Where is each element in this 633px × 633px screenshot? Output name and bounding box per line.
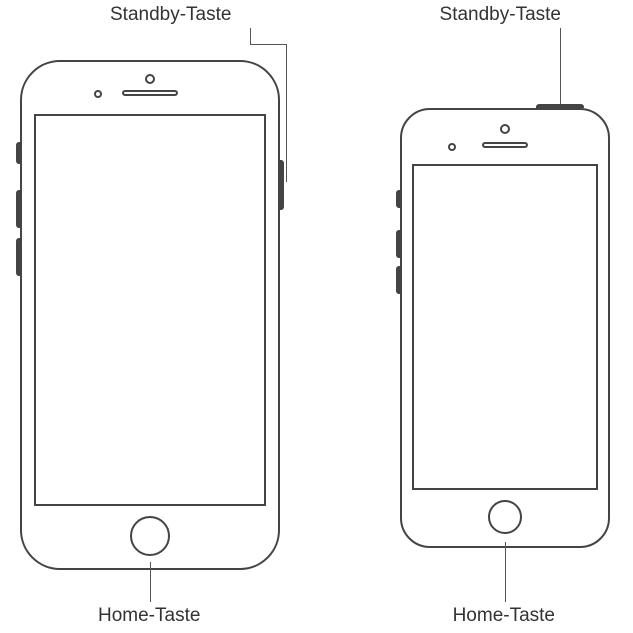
volume-down-button-icon: [16, 238, 20, 276]
standby-button-top-icon: [536, 104, 584, 108]
volume-down-button-icon: [396, 266, 400, 294]
standby-label-left: Standby-Taste: [110, 4, 231, 26]
screen: [412, 164, 598, 490]
standby-button-side-icon: [280, 160, 284, 210]
sensor-icon: [94, 90, 102, 98]
front-camera-icon: [145, 74, 155, 84]
iphone-right: [400, 108, 610, 548]
leader-line: [250, 44, 287, 45]
leader-line: [505, 542, 506, 602]
leader-line: [250, 28, 251, 44]
home-button: [130, 516, 170, 556]
earpiece-icon: [482, 142, 528, 148]
home-button: [488, 500, 522, 534]
sensor-icon: [448, 143, 456, 151]
leader-line: [150, 562, 151, 602]
front-camera-icon: [500, 124, 510, 134]
screen: [34, 114, 266, 506]
leader-line: [560, 28, 561, 105]
standby-label-right: Standby-Taste: [440, 4, 561, 26]
home-label-left: Home-Taste: [98, 605, 200, 627]
home-label-right: Home-Taste: [453, 605, 555, 627]
mute-switch-icon: [16, 142, 20, 164]
volume-up-button-icon: [16, 190, 20, 228]
mute-switch-icon: [396, 190, 400, 208]
earpiece-icon: [122, 90, 178, 96]
leader-line: [286, 44, 287, 182]
iphone-left: [20, 60, 280, 570]
volume-up-button-icon: [396, 230, 400, 258]
